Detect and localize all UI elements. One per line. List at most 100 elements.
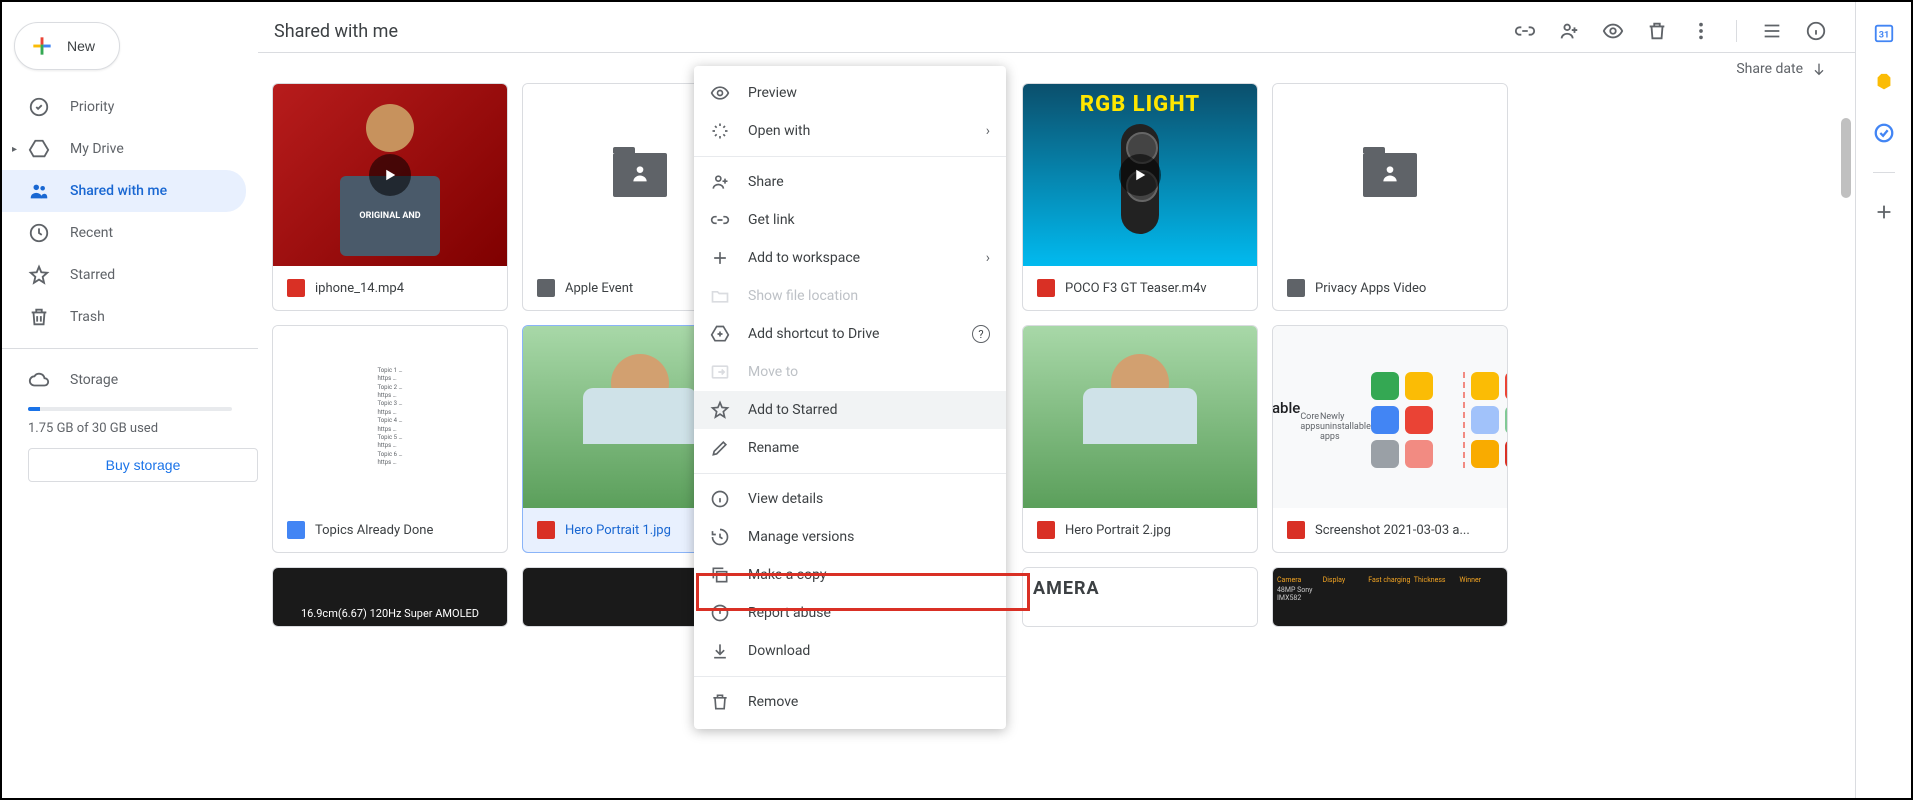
- shared-folder-icon: [1287, 279, 1305, 297]
- file-card[interactable]: ORIGINAL AND iphone_14.mp4: [272, 83, 508, 311]
- context-menu-add-workspace[interactable]: Add to workspace›: [694, 239, 1006, 277]
- copy-icon: [710, 565, 730, 585]
- menu-separator: [694, 676, 1006, 677]
- sidebar-item-label: Trash: [70, 309, 105, 325]
- storage-bar: [28, 407, 232, 411]
- core-apps-label: Core apps: [1300, 412, 1320, 442]
- context-menu-show-location: Show file location: [694, 277, 1006, 315]
- context-menu-preview[interactable]: Preview: [694, 74, 1006, 112]
- help-icon: ?: [972, 325, 990, 343]
- file-card[interactable]: Hero Portrait 2.jpg: [1022, 325, 1258, 553]
- shared-icon: [28, 180, 50, 202]
- separator: [1736, 20, 1737, 42]
- svg-text:31: 31: [1878, 31, 1889, 41]
- sidebar-item-mydrive[interactable]: My Drive: [2, 128, 246, 170]
- keep-icon[interactable]: [1873, 72, 1895, 94]
- context-menu-versions[interactable]: Manage versions: [694, 518, 1006, 556]
- storage-used-text: 1.75 GB of 30 GB used: [28, 421, 258, 436]
- calendar-icon[interactable]: 31: [1873, 22, 1895, 44]
- file-card[interactable]: CameraDisplayFast chargingThicknessWinne…: [1272, 567, 1508, 627]
- folder-icon: [1363, 153, 1417, 197]
- context-menu-add-shortcut[interactable]: Add shortcut to Drive?: [694, 315, 1006, 353]
- sidebar-item-label: Priority: [70, 99, 114, 115]
- thumbnail: Topic 1 …https …Topic 2 …https …Topic 3 …: [273, 326, 507, 508]
- preview-icon[interactable]: [1602, 20, 1624, 42]
- file-name: Apple Event: [565, 281, 633, 296]
- thumbnail: [1023, 326, 1257, 508]
- file-name: Screenshot 2021-03-03 a...: [1315, 523, 1470, 538]
- file-card[interactable]: RGB LIGHT POCO F3 GT Teaser.m4v: [1022, 83, 1258, 311]
- thumbnail: 16.9cm(6.67) 120Hz Super AMOLED: [273, 568, 507, 626]
- link-icon[interactable]: [1514, 20, 1536, 42]
- list-view-icon[interactable]: [1761, 20, 1783, 42]
- tasks-icon[interactable]: [1873, 122, 1895, 144]
- video-file-icon: [287, 279, 305, 297]
- sidebar: New Priority My Drive Shared with me Rec…: [2, 2, 258, 798]
- file-name: POCO F3 GT Teaser.m4v: [1065, 281, 1207, 296]
- link-icon: [710, 210, 730, 230]
- context-menu-download[interactable]: Download: [694, 632, 1006, 670]
- context-menu-share[interactable]: Share: [694, 163, 1006, 201]
- sidebar-item-storage[interactable]: Storage: [2, 359, 246, 401]
- portrait-graphic: [611, 354, 669, 412]
- sidebar-item-trash[interactable]: Trash: [2, 296, 246, 338]
- thumbnail: Uninstallable system Core apps Newly uni…: [1273, 326, 1507, 508]
- sidebar-item-recent[interactable]: Recent: [2, 212, 246, 254]
- file-name: Privacy Apps Video: [1315, 281, 1426, 296]
- star-icon: [28, 264, 50, 286]
- thumbnail: [1273, 84, 1507, 266]
- context-menu-copy[interactable]: Make a copy: [694, 556, 1006, 594]
- more-icon[interactable]: [1690, 20, 1712, 42]
- context-menu-rename[interactable]: Rename: [694, 429, 1006, 467]
- context-menu-report[interactable]: Report abuse: [694, 594, 1006, 632]
- file-card[interactable]: 16.9cm(6.67) 120Hz Super AMOLED: [272, 567, 508, 627]
- camera-text: AMERA: [1033, 578, 1100, 599]
- share-icon: [710, 172, 730, 192]
- image-file-icon: [1287, 521, 1305, 539]
- file-name: Hero Portrait 1.jpg: [565, 523, 671, 538]
- context-menu-openwith[interactable]: Open with›: [694, 112, 1006, 150]
- menu-separator: [694, 473, 1006, 474]
- file-card[interactable]: Privacy Apps Video: [1272, 83, 1508, 311]
- sidebar-item-label: Shared with me: [70, 183, 167, 199]
- trash-icon: [28, 306, 50, 328]
- file-name: Topics Already Done: [315, 523, 433, 538]
- add-person-icon[interactable]: [1558, 20, 1580, 42]
- file-card[interactable]: AMERA: [1022, 567, 1258, 627]
- portrait-graphic: [1111, 354, 1169, 412]
- chevron-right-icon: ›: [986, 250, 990, 266]
- folder-outline-icon: [710, 286, 730, 306]
- report-icon: [710, 603, 730, 623]
- clock-icon: [28, 222, 50, 244]
- amoled-text: 16.9cm(6.67) 120Hz Super AMOLED: [301, 607, 479, 620]
- context-menu-moveto: Move to: [694, 353, 1006, 391]
- video-file-icon: [1037, 279, 1055, 297]
- sidebar-item-priority[interactable]: Priority: [2, 86, 246, 128]
- open-with-icon: [710, 121, 730, 141]
- buy-storage-button[interactable]: Buy storage: [28, 448, 258, 482]
- new-button[interactable]: New: [14, 22, 120, 70]
- context-menu-add-starred[interactable]: Add to Starred: [694, 391, 1006, 429]
- menu-separator: [694, 156, 1006, 157]
- header-actions: [1514, 20, 1827, 42]
- divider: [2, 348, 258, 349]
- context-menu-getlink[interactable]: Get link: [694, 201, 1006, 239]
- file-card[interactable]: Uninstallable system Core apps Newly uni…: [1272, 325, 1508, 553]
- arrow-down-icon: [1811, 61, 1827, 77]
- gdoc-icon: [287, 521, 305, 539]
- image-file-icon: [1037, 521, 1055, 539]
- info-icon[interactable]: [1805, 20, 1827, 42]
- add-addon-icon[interactable]: [1873, 201, 1895, 223]
- star-icon: [710, 400, 730, 420]
- context-menu-details[interactable]: View details: [694, 480, 1006, 518]
- context-menu-remove[interactable]: Remove: [694, 683, 1006, 721]
- sidebar-item-shared[interactable]: Shared with me: [2, 170, 246, 212]
- scrollbar-thumb[interactable]: [1841, 118, 1851, 198]
- rgb-title: RGB LIGHT: [1023, 92, 1257, 117]
- file-card[interactable]: Topic 1 …https …Topic 2 …https …Topic 3 …: [272, 325, 508, 553]
- sort-row[interactable]: Share date: [258, 53, 1855, 79]
- delete-icon[interactable]: [1646, 20, 1668, 42]
- file-name: iphone_14.mp4: [315, 281, 404, 296]
- sidebar-item-starred[interactable]: Starred: [2, 254, 246, 296]
- plus-icon: [29, 33, 55, 59]
